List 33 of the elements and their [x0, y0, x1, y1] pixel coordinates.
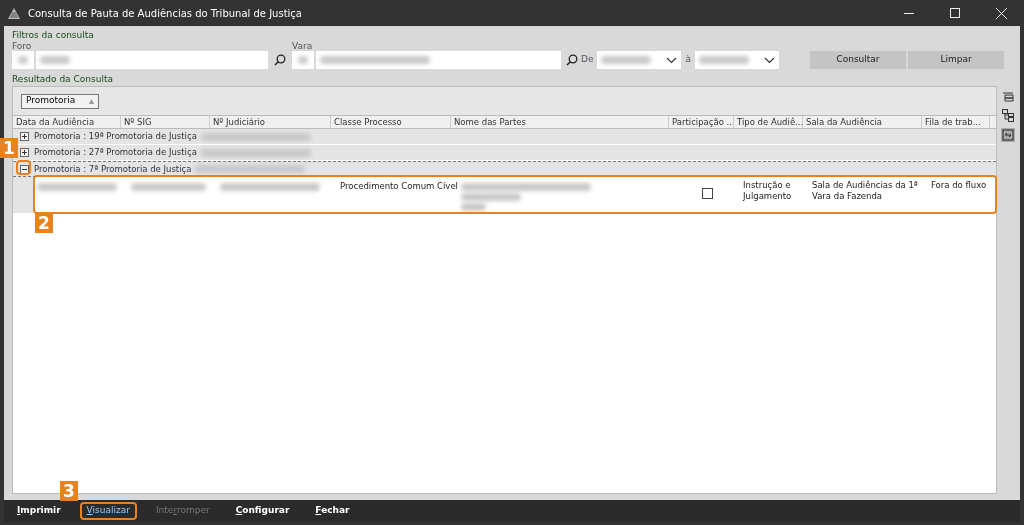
section-title: Filtros da consulta: [12, 30, 95, 40]
footer-button[interactable]: Fechar: [308, 502, 357, 520]
field-label: Foro: [12, 41, 33, 51]
column-header[interactable]: Tipo de Audiê...: [734, 116, 803, 128]
callout-number: 3: [60, 481, 78, 501]
column-header[interactable]: Nº SIG: [121, 116, 210, 128]
window-title: Consulta de Pauta de Audiências do Tribunal de Justiça: [28, 6, 302, 21]
table-cell-text: Sala de Audiências da 1ª Vara da Fazenda: [812, 180, 919, 202]
column-header[interactable]: Fila de trab...: [922, 116, 990, 128]
column-header[interactable]: Participação ...: [669, 116, 734, 128]
column-header[interactable]: Data da Audiência: [13, 116, 121, 128]
section-title: Resultado da Consulta: [12, 74, 114, 84]
table-cell-text: Instrução e Julgamento: [743, 180, 793, 202]
callout-number: 1: [0, 138, 18, 158]
footer-button[interactable]: Visualizar: [79, 502, 137, 520]
group-by-chip[interactable]: Promotoria: [21, 93, 100, 109]
group-row-label[interactable]: Promotoria : 19ª Promotoria de Justiça: [34, 130, 197, 143]
action-button[interactable]: Consultar: [810, 51, 906, 69]
column-header[interactable]: Sala da Audiência: [803, 116, 922, 128]
group-row-label[interactable]: Promotoria : 7ª Promotoria de Justiça: [34, 162, 192, 176]
group-row-label[interactable]: Promotoria : 27ª Promotoria de Justiça: [34, 146, 197, 159]
table-cell: Procedimento Comum Cível: [340, 181, 458, 191]
footer-button[interactable]: Configurar: [228, 502, 297, 520]
column-header[interactable]: Classe Processo: [331, 116, 451, 128]
callout-number: 2: [35, 213, 53, 233]
column-header[interactable]: Nº Judiciário: [210, 116, 331, 128]
date-label: à: [685, 53, 691, 67]
action-button[interactable]: Limpar: [908, 51, 1004, 69]
table-cell-text: Fora do fluxo: [931, 180, 988, 191]
footer-button[interactable]: Imprimir: [10, 502, 68, 520]
column-header[interactable]: Nome das Partes: [451, 116, 669, 128]
field-label: Vara: [292, 41, 314, 51]
date-label: De: [581, 53, 594, 67]
